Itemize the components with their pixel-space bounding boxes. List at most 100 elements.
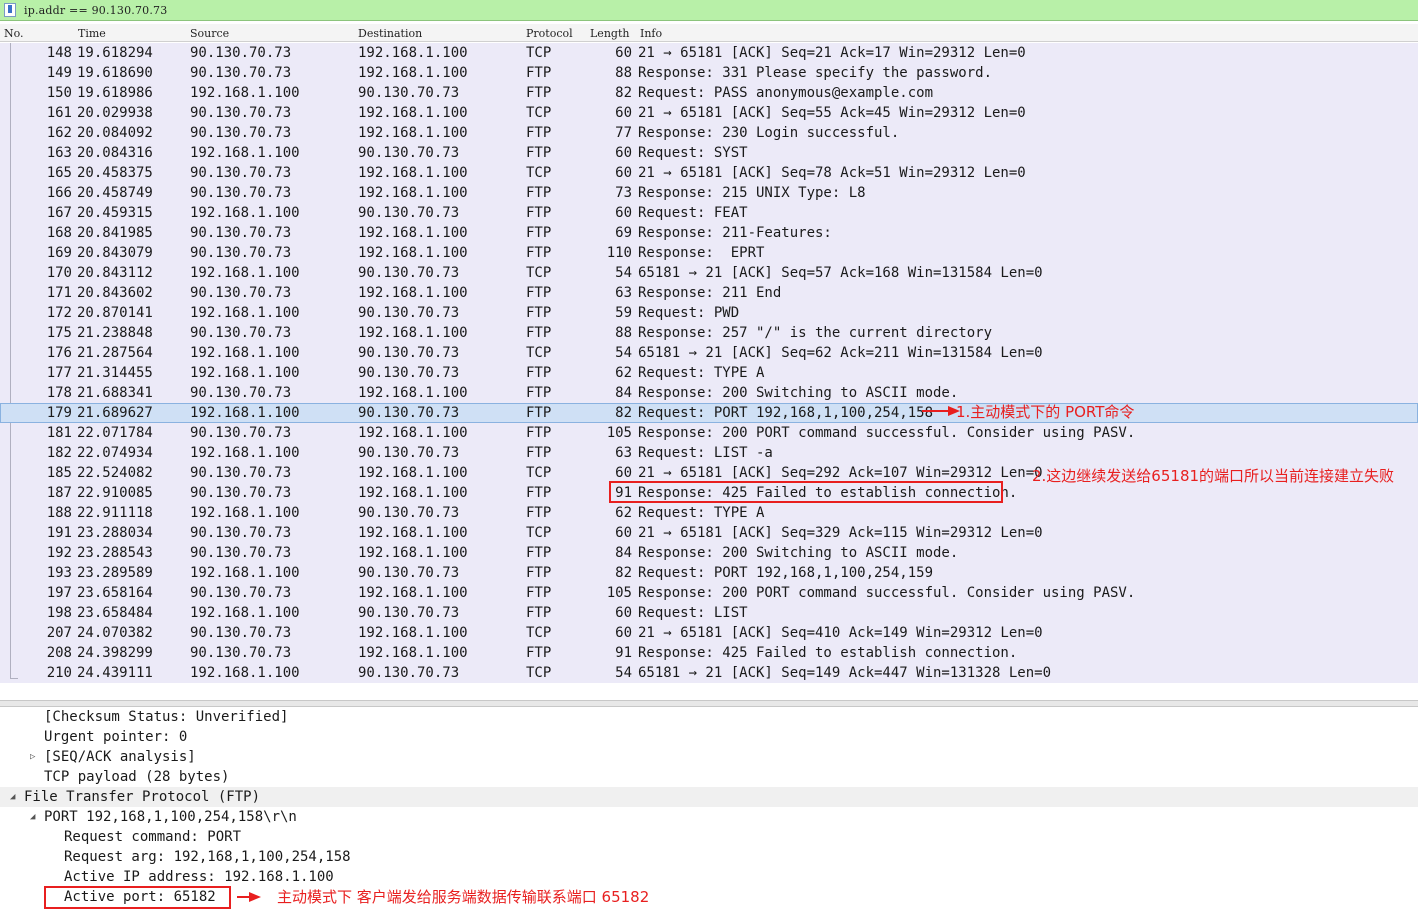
packet-protocol: FTP [526, 485, 552, 501]
packet-row[interactable]: 188 22.911118 192.168.1.100 90.130.70.73 FTP… [0, 503, 1418, 523]
packet-destination: 192.168.1.100 [358, 645, 468, 661]
detail-tree-item[interactable]: TCP payload (28 bytes) [0, 767, 1418, 787]
packet-row[interactable]: 177 21.314455 192.168.1.100 90.130.70.73 FTP… [0, 363, 1418, 383]
column-length[interactable]: Length [590, 27, 629, 40]
packet-row[interactable]: 176 21.287564 192.168.1.100 90.130.70.73 TCP… [0, 343, 1418, 363]
detail-tree-item[interactable]: ◢ PORT 192,168,1,100,254,158\r\n [0, 807, 1418, 827]
packet-row[interactable]: 179 21.689627 192.168.1.100 90.130.70.73 FTP… [0, 403, 1418, 423]
packet-row[interactable]: 197 23.658164 90.130.70.73 192.168.1.100 FTP… [0, 583, 1418, 603]
packet-length: 60 [615, 45, 632, 61]
packet-protocol: FTP [526, 65, 552, 81]
packet-row[interactable]: 191 23.288034 90.130.70.73 192.168.1.100 TCP… [0, 523, 1418, 543]
expand-triangle-icon[interactable]: ▷ [30, 747, 35, 767]
packet-time: 21.287564 [77, 345, 153, 361]
packet-time: 20.084316 [77, 145, 153, 161]
detail-text: Urgent pointer: 0 [44, 729, 188, 745]
packet-row[interactable]: 178 21.688341 90.130.70.73 192.168.1.100 FTP… [0, 383, 1418, 403]
column-destination[interactable]: Destination [358, 27, 422, 40]
detail-tree-item[interactable]: Request arg: 192,168,1,100,254,158 [0, 847, 1418, 867]
packet-protocol: FTP [526, 505, 552, 521]
packet-info: 21 → 65181 [ACK] Seq=78 Ack=51 Win=29312… [638, 165, 1026, 181]
column-no[interactable]: No. [4, 27, 24, 40]
collapse-triangle-icon[interactable]: ◢ [30, 807, 35, 827]
column-source[interactable]: Source [190, 27, 229, 40]
packet-source: 192.168.1.100 [190, 85, 300, 101]
packet-destination: 90.130.70.73 [358, 365, 460, 381]
packet-row[interactable]: 175 21.238848 90.130.70.73 192.168.1.100 FTP… [0, 323, 1418, 343]
packet-no: 176 [46, 345, 72, 361]
packet-row[interactable]: 192 23.288543 90.130.70.73 192.168.1.100 FTP… [0, 543, 1418, 563]
packet-length: 110 [606, 245, 632, 261]
packet-row[interactable]: 169 20.843079 90.130.70.73 192.168.1.100 FTP… [0, 243, 1418, 263]
packet-info: Request: TYPE A [638, 365, 765, 381]
column-time[interactable]: Time [78, 27, 106, 40]
packet-no: 171 [46, 285, 72, 301]
packet-row[interactable]: 182 22.074934 192.168.1.100 90.130.70.73 FTP… [0, 443, 1418, 463]
packet-row[interactable]: 181 22.071784 90.130.70.73 192.168.1.100 FTP… [0, 423, 1418, 443]
highlight-box-failed-connection [609, 481, 1003, 503]
packet-time: 19.618294 [77, 45, 153, 61]
packet-time: 19.618986 [77, 85, 153, 101]
packet-protocol: FTP [526, 565, 552, 581]
packet-row[interactable]: 207 24.070382 90.130.70.73 192.168.1.100 TCP… [0, 623, 1418, 643]
display-filter-bar[interactable]: ip.addr == 90.130.70.73 [0, 0, 1418, 21]
packet-time: 21.238848 [77, 325, 153, 341]
packet-time: 20.458749 [77, 185, 153, 201]
packet-protocol: FTP [526, 385, 552, 401]
packet-row[interactable]: 193 23.289589 192.168.1.100 90.130.70.73 FTP… [0, 563, 1418, 583]
packet-row[interactable]: 167 20.459315 192.168.1.100 90.130.70.73 FTP… [0, 203, 1418, 223]
column-protocol[interactable]: Protocol [526, 27, 573, 40]
detail-tree-item[interactable]: ◢ File Transfer Protocol (FTP) [0, 787, 1418, 807]
packet-destination: 90.130.70.73 [358, 405, 460, 421]
packet-row[interactable]: 208 24.398299 90.130.70.73 192.168.1.100 FTP… [0, 643, 1418, 663]
packet-info: 21 → 65181 [ACK] Seq=55 Ack=45 Win=29312… [638, 105, 1026, 121]
packet-time: 20.841985 [77, 225, 153, 241]
packet-info: Request: FEAT [638, 205, 748, 221]
packet-row[interactable]: 149 19.618690 90.130.70.73 192.168.1.100 FTP… [0, 63, 1418, 83]
display-filter-input[interactable]: ip.addr == 90.130.70.73 [24, 4, 167, 17]
packet-row[interactable]: 166 20.458749 90.130.70.73 192.168.1.100 FTP… [0, 183, 1418, 203]
bookmark-icon[interactable] [4, 3, 16, 17]
packet-row[interactable]: 163 20.084316 192.168.1.100 90.130.70.73 FTP… [0, 143, 1418, 163]
packet-no: 175 [46, 325, 72, 341]
packet-info: 65181 → 21 [ACK] Seq=57 Ack=168 Win=1315… [638, 265, 1043, 281]
packet-row[interactable]: 198 23.658484 192.168.1.100 90.130.70.73 FTP… [0, 603, 1418, 623]
packet-info: Response: EPRT [638, 245, 765, 261]
packet-protocol: FTP [526, 125, 552, 141]
packet-no: 172 [46, 305, 72, 321]
packet-list[interactable]: 148 19.618294 90.130.70.73 192.168.1.100 TCP… [0, 43, 1418, 683]
packet-details-pane[interactable]: [Checksum Status: Unverified] Urgent poin… [0, 707, 1418, 913]
packet-destination: 90.130.70.73 [358, 85, 460, 101]
packet-protocol: FTP [526, 285, 552, 301]
packet-row[interactable]: 172 20.870141 192.168.1.100 90.130.70.73 FTP… [0, 303, 1418, 323]
packet-row[interactable]: 170 20.843112 192.168.1.100 90.130.70.73 TCP… [0, 263, 1418, 283]
packet-protocol: FTP [526, 545, 552, 561]
annotation-connection-failed: 2.这边继续发送给65181的端口所以当前连接建立失败 [1032, 467, 1395, 485]
detail-tree-item[interactable]: Active IP address: 192.168.1.100 [0, 867, 1418, 887]
packet-protocol: FTP [526, 605, 552, 621]
packet-row[interactable]: 210 24.439111 192.168.1.100 90.130.70.73 TCP… [0, 663, 1418, 683]
detail-tree-item[interactable]: ▷ [SEQ/ACK analysis] [0, 747, 1418, 767]
packet-row[interactable]: 168 20.841985 90.130.70.73 192.168.1.100 FTP… [0, 223, 1418, 243]
detail-tree-item[interactable]: Request command: PORT [0, 827, 1418, 847]
detail-tree-item[interactable]: Urgent pointer: 0 [0, 727, 1418, 747]
packet-source: 192.168.1.100 [190, 305, 300, 321]
packet-time: 22.911118 [77, 505, 153, 521]
packet-source: 90.130.70.73 [190, 185, 292, 201]
packet-time: 20.843112 [77, 265, 153, 281]
packet-row[interactable]: 162 20.084092 90.130.70.73 192.168.1.100 FTP… [0, 123, 1418, 143]
packet-time: 22.910085 [77, 485, 153, 501]
packet-length: 82 [615, 405, 632, 421]
column-info[interactable]: Info [640, 27, 662, 40]
packet-destination: 192.168.1.100 [358, 585, 468, 601]
packet-info: 21 → 65181 [ACK] Seq=292 Ack=107 Win=293… [638, 465, 1043, 481]
packet-row[interactable]: 148 19.618294 90.130.70.73 192.168.1.100 TCP… [0, 43, 1418, 63]
packet-row[interactable]: 150 19.618986 192.168.1.100 90.130.70.73 FTP… [0, 83, 1418, 103]
packet-no: 170 [46, 265, 72, 281]
packet-row[interactable]: 165 20.458375 90.130.70.73 192.168.1.100 TCP… [0, 163, 1418, 183]
packet-row[interactable]: 171 20.843602 90.130.70.73 192.168.1.100 FTP… [0, 283, 1418, 303]
detail-tree-item[interactable]: [Checksum Status: Unverified] [0, 707, 1418, 727]
packet-source: 192.168.1.100 [190, 205, 300, 221]
packet-row[interactable]: 161 20.029938 90.130.70.73 192.168.1.100 TCP… [0, 103, 1418, 123]
collapse-triangle-icon[interactable]: ◢ [10, 787, 15, 807]
